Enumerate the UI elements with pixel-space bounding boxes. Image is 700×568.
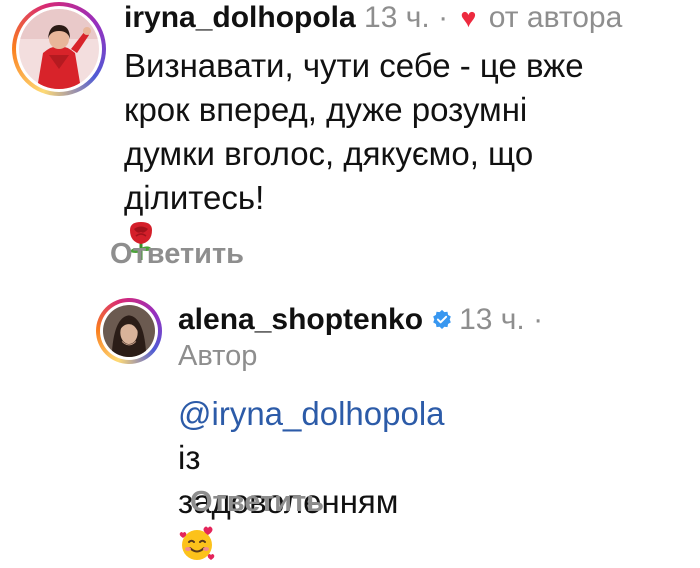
comment-header: iryna_dolhopola 13 ч. · ♥ от автора xyxy=(124,0,622,36)
comment-body-line: думки вголос, дякуємо, що xyxy=(124,135,534,172)
reply-body: @iryna_dolhopola із задоволенням xyxy=(178,392,445,568)
liked-by-author-label: от автора xyxy=(488,1,623,34)
comment-time: 13 ч. xyxy=(364,1,430,34)
reply-reply-button[interactable]: Ответить xyxy=(190,486,324,519)
smiling-face-with-hearts-emoji-icon xyxy=(179,526,215,560)
author-badge: Автор xyxy=(178,340,258,372)
verified-badge-icon xyxy=(433,309,451,329)
user-avatar-icon xyxy=(103,305,155,357)
reply-body-line: @iryna_dolhopola із xyxy=(178,392,445,480)
reply-time: 13 ч. xyxy=(459,303,525,336)
reply-separator: · xyxy=(533,303,544,336)
comment-body-line: Визнавати, чути себе - це вже xyxy=(124,47,584,84)
reply-username[interactable]: alena_shoptenko xyxy=(178,303,423,336)
comment-body-line: крок вперед, дуже розумні xyxy=(124,91,528,128)
comment-body: Визнавати, чути себе - це вже крок впере… xyxy=(124,44,684,265)
comment-avatar[interactable] xyxy=(12,2,106,96)
mention-link[interactable]: @iryna_dolhopola xyxy=(178,392,445,436)
reply-header: alena_shoptenko 13 ч. · xyxy=(178,302,543,338)
heart-icon[interactable]: ♥ xyxy=(460,3,476,33)
comment-username[interactable]: iryna_dolhopola xyxy=(124,1,356,34)
comment-separator: · xyxy=(438,1,449,34)
user-avatar-icon xyxy=(19,9,99,89)
comment-reply-button[interactable]: Ответить xyxy=(110,238,244,271)
reply-avatar[interactable] xyxy=(96,298,162,364)
